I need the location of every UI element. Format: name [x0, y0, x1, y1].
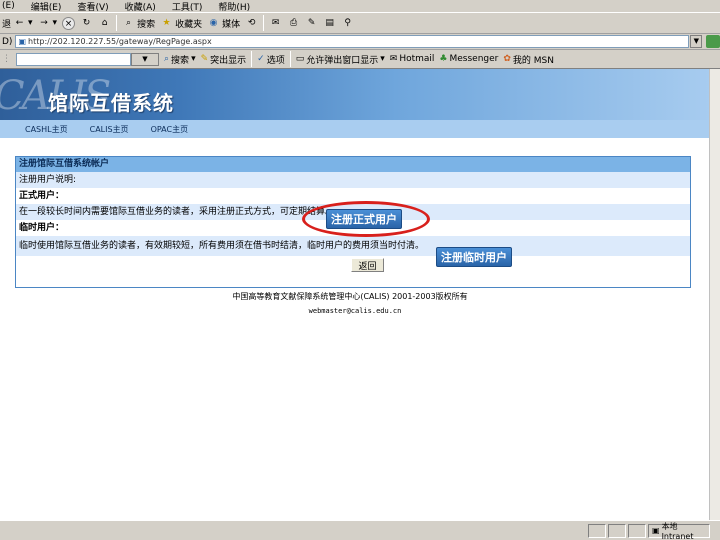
temp-user-desc: 临时使用馆际互借业务的读者，有效期较短，所有费用须在借书时结清，临时用户的费用须…: [16, 236, 690, 256]
back-arrow-icon: ←: [15, 17, 24, 28]
media-button[interactable]: ◉ 媒体: [207, 17, 240, 30]
site-banner: CALIS 馆际互借系统: [0, 69, 720, 120]
site-nav: CASHL主页 CALIS主页 OPAC主页: [0, 120, 720, 138]
dropdown-arrow-icon: ▾: [52, 18, 58, 28]
stop-icon[interactable]: ×: [62, 16, 76, 30]
menu-edit[interactable]: 编辑(E): [31, 0, 62, 13]
menu-favorites[interactable]: 收藏(A): [125, 0, 156, 13]
address-url: http://202.120.227.55/gateway/RegPage.as…: [28, 37, 212, 46]
dropdown-arrow-icon: ▾: [191, 54, 196, 64]
options-icon: ✓: [257, 54, 265, 64]
address-label: D): [2, 36, 13, 47]
popups-button[interactable]: ▭ 允许弹出窗口显示 ▾: [296, 53, 385, 66]
copyright-text: 中国高等教育文献保障系统管理中心(CALIS) 2001-2003版权所有: [232, 292, 468, 301]
go-icon[interactable]: [706, 35, 720, 48]
menu-file[interactable]: (E): [2, 1, 15, 11]
favorites-icon: ★: [162, 17, 171, 28]
search-icon: ⌕: [164, 54, 170, 64]
options-button[interactable]: ✓ 选项: [257, 53, 285, 66]
toolbar-separator: [251, 51, 253, 67]
status-cell: [628, 523, 646, 538]
address-bar: D) ▣ http://202.120.227.55/gateway/RegPa…: [0, 34, 720, 50]
register-panel-title: 注册馆际互借系统帐户: [16, 157, 690, 172]
zone-label: 本地 Intranet: [661, 521, 694, 540]
intranet-icon: ▣: [652, 526, 660, 535]
history-icon[interactable]: ⟲: [245, 17, 258, 30]
favorites-label: 收藏夹: [175, 19, 203, 30]
register-formal-user-link[interactable]: 注册正式用户: [326, 209, 402, 229]
nav-link-opac[interactable]: OPAC主页: [151, 124, 189, 135]
favorites-button[interactable]: ★ 收藏夹: [160, 17, 203, 30]
hotmail-button[interactable]: ✉ Hotmail: [390, 54, 435, 64]
messenger-label: Messenger: [449, 54, 499, 64]
search-button[interactable]: ⌕ 搜索: [122, 17, 155, 30]
messenger-button[interactable]: ♣ Messenger: [439, 54, 498, 64]
nav-link-cashl[interactable]: CASHL主页: [25, 124, 68, 135]
research-icon[interactable]: ⚲: [341, 17, 354, 30]
options-label: 选项: [266, 55, 285, 66]
status-cell: [588, 523, 606, 538]
dropdown-arrow-icon: ▾: [380, 54, 385, 64]
my-msn-label: 我的 MSN: [512, 55, 554, 66]
page-icon: ▣: [18, 37, 27, 46]
status-bar: ▣ 本地 Intranet: [0, 520, 720, 540]
msn-icon: ✿: [503, 54, 511, 64]
toolbar-search-input[interactable]: [16, 52, 131, 66]
back-button[interactable]: 退 ← ▾: [2, 17, 33, 30]
search-icon: ⌕: [126, 17, 132, 28]
menu-view[interactable]: 查看(V): [77, 0, 108, 13]
highlight-icon: ✎: [200, 54, 209, 64]
dropdown-arrow-icon: ▾: [28, 18, 33, 28]
discuss-icon[interactable]: ▤: [323, 17, 336, 30]
my-msn-button[interactable]: ✿ 我的 MSN: [503, 53, 554, 66]
toolbar-search-label: 搜索: [171, 55, 190, 66]
links-toolbar: ⋮ ▼ ⌕ 搜索 ▾ ✎ 突出显示 ✓ 选项 ▭ 允许弹出窗口显示 ▾ ✉ Ho…: [0, 50, 720, 69]
highlight-label: 突出显示: [210, 55, 247, 66]
webmaster-email[interactable]: webmaster@calis.edu.cn: [0, 307, 710, 315]
toolbar-separator: [116, 15, 118, 31]
address-input[interactable]: ▣ http://202.120.227.55/gateway/RegPage.…: [15, 35, 690, 48]
menu-bar: (E) 编辑(E) 查看(V) 收藏(A) 工具(T) 帮助(H): [0, 0, 720, 13]
register-temp-user-link[interactable]: 注册临时用户: [436, 247, 512, 267]
security-zone: ▣ 本地 Intranet: [648, 521, 710, 540]
button-row: 返回: [16, 256, 690, 274]
toolbar-search-button[interactable]: ⌕ 搜索 ▾: [164, 53, 196, 66]
refresh-icon[interactable]: ↻: [80, 17, 93, 30]
hotmail-label: Hotmail: [399, 54, 435, 64]
menu-tools[interactable]: 工具(T): [172, 0, 203, 13]
edit-icon[interactable]: ✎: [305, 17, 318, 30]
toolbar-search-dropdown[interactable]: ▼: [131, 52, 159, 66]
back-label: 退: [2, 19, 12, 30]
print-icon[interactable]: ⎙: [287, 17, 300, 30]
forward-button[interactable]: → ▾: [38, 17, 58, 30]
home-icon[interactable]: ⌂: [98, 17, 111, 30]
highlight-button[interactable]: ✎ 突出显示: [201, 53, 247, 66]
back-page-button[interactable]: 返回: [351, 258, 384, 272]
media-icon: ◉: [209, 17, 218, 28]
toolbar-separator: [289, 51, 291, 67]
popup-window-icon: ▭: [295, 54, 305, 64]
vertical-scrollbar[interactable]: [709, 69, 720, 520]
toolbar-separator: [263, 15, 265, 31]
standard-toolbar: 退 ← ▾ → ▾ × ↻ ⌂ ⌕ 搜索 ★ 收藏夹 ◉ 媒体 ⟲ ✉ ⎙ ✎ …: [0, 13, 720, 34]
popups-label: 允许弹出窗口显示: [306, 55, 379, 66]
status-cell: [608, 523, 626, 538]
media-label: 媒体: [222, 19, 241, 30]
messenger-icon: ♣: [439, 54, 448, 64]
toolbar-grip-icon: ⋮: [2, 54, 11, 64]
menu-help[interactable]: 帮助(H): [218, 0, 250, 13]
site-title: 馆际互借系统: [48, 91, 174, 115]
mail-icon[interactable]: ✉: [269, 17, 282, 30]
address-dropdown-button[interactable]: ▼: [690, 35, 703, 48]
register-desc-label: 注册用户说明:: [16, 172, 690, 188]
mail-icon: ✉: [389, 54, 398, 64]
nav-link-calis[interactable]: CALIS主页: [90, 124, 129, 135]
forward-arrow-icon: →: [40, 17, 48, 28]
search-label: 搜索: [137, 19, 156, 30]
